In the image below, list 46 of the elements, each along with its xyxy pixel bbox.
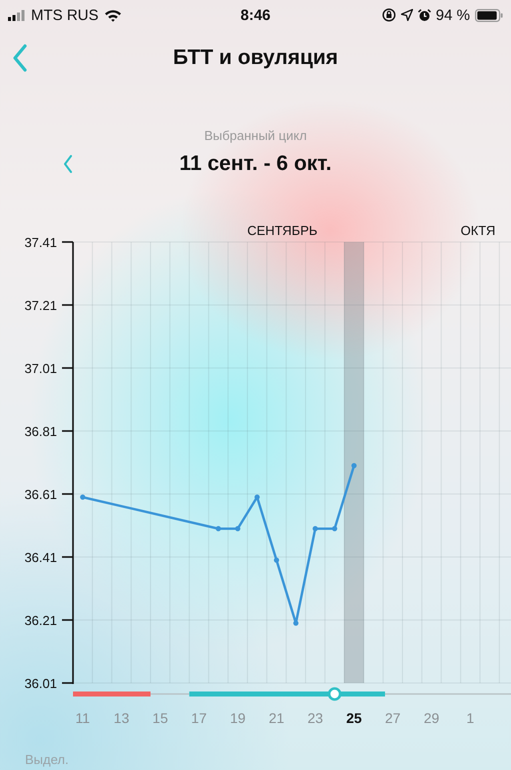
y-axis-label: 36.61 [24, 487, 57, 502]
data-point [293, 620, 298, 626]
y-axis-label: 37.21 [24, 298, 57, 313]
rotation-lock-icon [382, 8, 396, 22]
alarm-icon [418, 8, 431, 22]
back-button[interactable] [12, 44, 28, 72]
day-label[interactable]: 15 [152, 710, 168, 726]
selection-label: Выдел. [25, 752, 69, 767]
day-label[interactable]: 11 [75, 710, 90, 726]
previous-cycle-button[interactable] [63, 155, 73, 173]
battery-icon [475, 8, 503, 22]
location-icon [400, 9, 413, 21]
cycle-dates: 11 сент. - 6 окт. [179, 152, 332, 176]
timeline-thumb[interactable] [328, 687, 342, 701]
day-label[interactable]: 29 [424, 710, 440, 726]
data-point [274, 558, 280, 563]
day-label[interactable]: 25 [346, 710, 362, 726]
y-axis-label: 36.21 [24, 613, 57, 628]
carrier-name: MTS RUS [31, 6, 98, 24]
screen-title: БТТ и овуляция [172, 46, 338, 70]
y-axis-label: 37.01 [24, 361, 57, 376]
day-label[interactable]: 17 [191, 710, 207, 726]
month-label: СЕНТЯБРЬ [247, 223, 318, 238]
day-label[interactable]: 21 [268, 710, 284, 726]
month-label: ОКТЯ [460, 223, 496, 238]
data-point [80, 494, 86, 500]
data-point [351, 463, 357, 468]
day-label[interactable]: 27 [385, 710, 401, 726]
day-label[interactable]: 19 [230, 710, 246, 726]
y-axis-label: 36.41 [24, 550, 57, 565]
signal-icon [8, 10, 26, 20]
data-point [254, 494, 260, 500]
y-axis-label: 37.41 [24, 235, 57, 250]
day-label[interactable]: 23 [307, 710, 324, 726]
wifi-icon [104, 8, 122, 22]
battery-percent: 94 % [436, 6, 470, 24]
cycle-caption: Выбранный цикл [204, 128, 307, 143]
data-point [216, 526, 221, 532]
data-point [235, 526, 240, 532]
day-label[interactable]: 1 [466, 710, 474, 726]
y-axis-label: 36.81 [24, 424, 57, 439]
status-time: 8:46 [239, 6, 272, 24]
day-label[interactable]: 13 [114, 710, 130, 726]
data-point [312, 526, 318, 532]
data-point [332, 526, 338, 532]
y-axis-label: 36.01 [24, 676, 57, 691]
